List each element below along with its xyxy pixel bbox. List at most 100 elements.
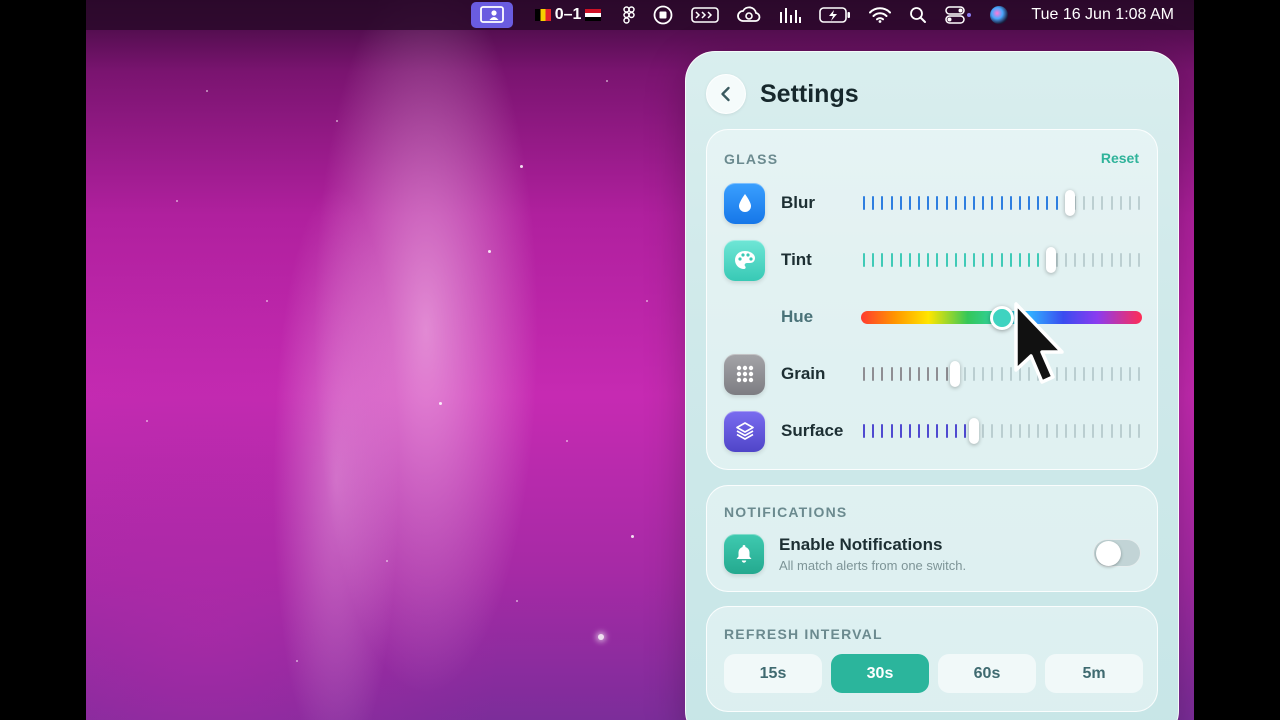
- surface-row: Surface: [724, 410, 1142, 452]
- slider-tick: [1009, 253, 1012, 267]
- panel-title: Settings: [760, 79, 859, 108]
- slider-tick: [1138, 367, 1140, 381]
- slider-tick: [1064, 253, 1067, 267]
- slider-tick: [1101, 253, 1104, 267]
- slider-tick: [1037, 424, 1040, 438]
- slider-tick: [1092, 367, 1095, 381]
- tint-label: Tint: [781, 250, 812, 269]
- slider-tick: [1046, 424, 1049, 438]
- refresh-option-60s[interactable]: 60s: [938, 654, 1036, 693]
- refresh-option-30s[interactable]: 30s: [831, 654, 929, 693]
- slider-tick: [1128, 367, 1131, 381]
- slider-tick: [899, 424, 902, 438]
- tint-slider[interactable]: [861, 245, 1142, 275]
- slider-tick: [1138, 196, 1140, 210]
- blur-slider-thumb[interactable]: [1064, 190, 1075, 216]
- slider-tick: [1092, 253, 1095, 267]
- mouse-cursor-icon: [1014, 302, 1064, 384]
- slider-tick: [1028, 196, 1030, 210]
- slider-tick: [1046, 196, 1049, 210]
- slider-tick: [1119, 253, 1122, 267]
- hue-slider[interactable]: [861, 302, 1142, 332]
- notifications-toggle[interactable]: [1093, 539, 1141, 567]
- slider-tick: [908, 196, 911, 210]
- slider-tick: [1128, 196, 1131, 210]
- slider-tick: [872, 424, 875, 438]
- slider-tick: [945, 253, 948, 267]
- slider-tick: [1073, 424, 1076, 438]
- slider-tick: [872, 367, 875, 381]
- star: [520, 165, 523, 168]
- slider-tick: [963, 253, 966, 267]
- slider-tick: [863, 367, 865, 381]
- match-score: 0–1: [554, 6, 582, 23]
- star: [146, 420, 148, 422]
- equalizer-icon[interactable]: [779, 0, 802, 30]
- slider-tick: [1101, 424, 1104, 438]
- refresh-option-5m[interactable]: 5m: [1045, 654, 1143, 693]
- slider-tick: [863, 196, 865, 210]
- menu-bar: 0–1 Tue 16 Jun 1:08 AM: [86, 0, 1194, 30]
- slider-tick: [1119, 196, 1122, 210]
- record-icon[interactable]: [653, 0, 673, 30]
- screen-share-icon[interactable]: [470, 2, 513, 28]
- surface-slider-thumb[interactable]: [969, 418, 980, 444]
- slider-tick: [1119, 367, 1122, 381]
- slider-tick: [1092, 196, 1095, 210]
- slider-tick: [1101, 196, 1104, 210]
- slider-tick: [1138, 424, 1140, 438]
- slider-tick: [973, 367, 975, 381]
- grain-slider[interactable]: [861, 359, 1142, 389]
- slider-tick: [1055, 424, 1058, 438]
- slider-tick: [945, 196, 948, 210]
- hue-slider-thumb[interactable]: [989, 306, 1014, 330]
- star: [566, 440, 568, 442]
- search-icon[interactable]: [909, 0, 927, 30]
- refresh-option-15s[interactable]: 15s: [724, 654, 822, 693]
- creative-cloud-icon[interactable]: [737, 0, 761, 30]
- surface-slider[interactable]: [861, 416, 1142, 446]
- mask-icon[interactable]: [691, 0, 720, 30]
- siri-icon[interactable]: [989, 0, 1009, 30]
- control-center-icon[interactable]: [945, 0, 972, 30]
- blur-slider[interactable]: [861, 188, 1142, 218]
- slider-tick: [1110, 367, 1113, 381]
- slider-tick: [1119, 424, 1122, 438]
- figma-icon[interactable]: [623, 0, 636, 30]
- panel-header: Settings: [706, 74, 859, 114]
- slider-tick: [927, 253, 930, 267]
- slider-tick: [1000, 196, 1003, 210]
- tint-row: Tint: [724, 239, 1142, 281]
- match-score-widget[interactable]: 0–1: [531, 0, 606, 30]
- star: [336, 120, 338, 122]
- slider-tick: [1128, 424, 1131, 438]
- star: [176, 200, 178, 202]
- back-button[interactable]: [706, 74, 746, 114]
- slider-tick: [863, 253, 865, 267]
- tint-slider-thumb[interactable]: [1045, 247, 1056, 273]
- battery-icon[interactable]: [819, 0, 851, 30]
- slider-tick: [936, 424, 939, 438]
- slider-tick: [1083, 196, 1085, 210]
- slider-tick: [1009, 196, 1012, 210]
- reset-button[interactable]: Reset: [1101, 150, 1139, 166]
- slider-tick: [1028, 424, 1030, 438]
- slider-tick: [890, 196, 893, 210]
- notifications-card: NOTIFICATIONS Enable Notifications All m…: [706, 485, 1158, 592]
- menu-clock[interactable]: Tue 16 Jun 1:08 AM: [1031, 0, 1174, 30]
- slider-tick: [881, 367, 884, 381]
- grid-dots-icon: [724, 353, 765, 395]
- slider-tick: [927, 424, 930, 438]
- slider-tick: [908, 367, 911, 381]
- star: [606, 80, 608, 82]
- hue-label: Hue: [781, 307, 814, 326]
- slider-tick: [890, 253, 893, 267]
- glass-section-label: GLASS: [724, 151, 779, 167]
- slider-tick: [982, 253, 985, 267]
- wifi-icon[interactable]: [869, 0, 892, 30]
- egypt-flag-icon: [585, 9, 602, 21]
- star: [296, 660, 298, 662]
- slider-tick: [945, 367, 948, 381]
- layers-icon: [724, 410, 765, 452]
- grain-slider-thumb[interactable]: [950, 361, 961, 387]
